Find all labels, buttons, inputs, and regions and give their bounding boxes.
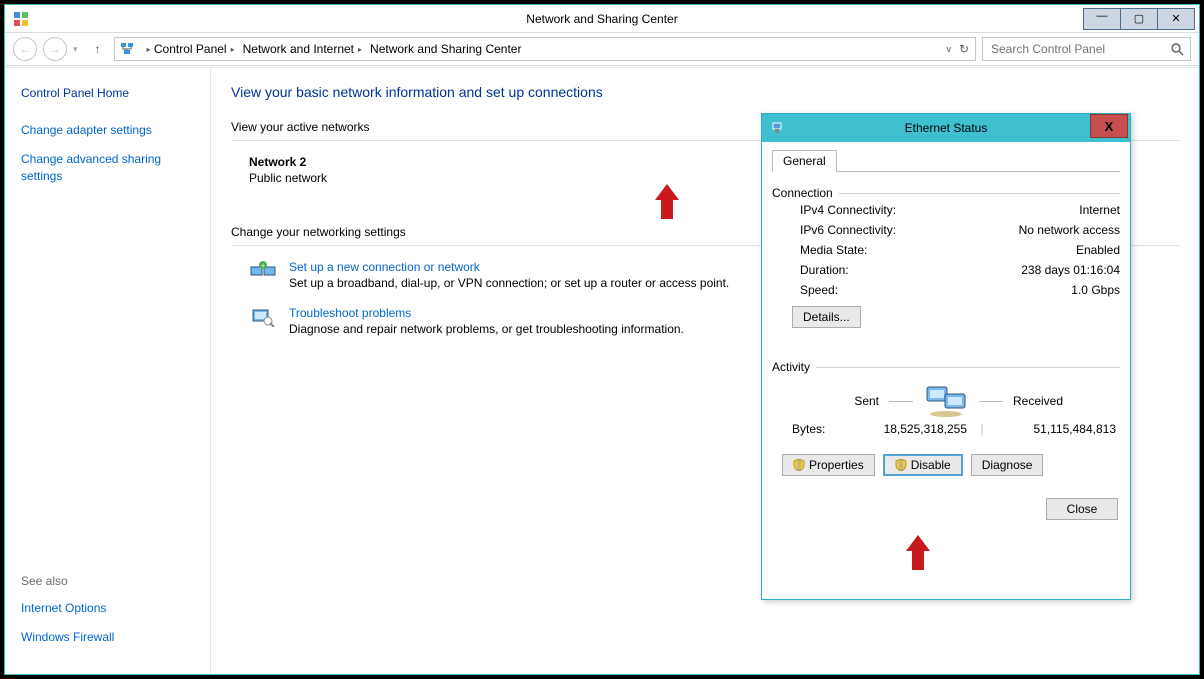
breadcrumb-label: Network and Internet: [243, 42, 354, 56]
network-center-icon: [119, 41, 135, 57]
connection-group-label: Connection: [772, 186, 833, 200]
general-tab[interactable]: General: [772, 150, 837, 172]
forward-button[interactable]: →: [43, 37, 67, 61]
troubleshoot-link[interactable]: Troubleshoot problems: [289, 306, 684, 320]
breadcrumb-control-panel[interactable]: ▸ Control Panel▸: [139, 38, 239, 60]
ipv4-value: Internet: [1079, 203, 1120, 217]
bytes-received-value: 51,115,484,813: [997, 422, 1116, 436]
back-button[interactable]: ←: [13, 37, 37, 61]
breadcrumb[interactable]: ▸ Control Panel▸ Network and Internet▸ N…: [114, 37, 976, 61]
shield-icon: [895, 459, 907, 471]
dialog-titlebar: Ethernet Status X: [762, 114, 1130, 142]
ipv6-label: IPv6 Connectivity:: [800, 223, 896, 237]
details-button[interactable]: Details...: [792, 306, 861, 328]
see-also-heading: See also: [21, 574, 114, 588]
search-input[interactable]: [989, 41, 1170, 57]
ipv6-value: No network access: [1019, 223, 1120, 237]
speed-label: Speed:: [800, 283, 838, 297]
control-panel-home-link[interactable]: Control Panel Home: [21, 86, 194, 100]
change-adapter-settings-link[interactable]: Change adapter settings: [21, 122, 194, 139]
history-dropdown[interactable]: ▾: [73, 44, 78, 55]
sidebar: Control Panel Home Change adapter settin…: [5, 68, 210, 674]
setup-connection-link[interactable]: Set up a new connection or network: [289, 260, 729, 274]
received-label: Received: [1013, 394, 1083, 408]
activity-group-label: Activity: [772, 360, 810, 374]
internet-options-link[interactable]: Internet Options: [21, 600, 114, 617]
close-button[interactable]: Close: [1046, 498, 1118, 520]
activity-graphic: Sent Received: [772, 384, 1120, 418]
minimize-button[interactable]: —: [1084, 9, 1120, 29]
search-icon[interactable]: [1170, 42, 1184, 56]
duration-label: Duration:: [800, 263, 849, 277]
control-panel-icon: [13, 11, 29, 27]
bytes-sent-value: 18,525,318,255: [852, 422, 967, 436]
button-label: Disable: [911, 458, 951, 472]
breadcrumb-dropdown[interactable]: v: [946, 44, 951, 54]
window-titlebar: Network and Sharing Center — ▢ ✕: [5, 5, 1199, 33]
dialog-title: Ethernet Status: [762, 121, 1130, 135]
navigation-bar: ← → ▾ ↑ ▸ Control Panel▸ Network and Int…: [5, 33, 1199, 66]
up-button[interactable]: ↑: [88, 38, 108, 60]
close-window-button[interactable]: ✕: [1157, 9, 1194, 29]
ipv4-label: IPv4 Connectivity:: [800, 203, 896, 217]
button-label: Properties: [809, 458, 864, 472]
window-title: Network and Sharing Center: [5, 12, 1199, 26]
troubleshoot-desc: Diagnose and repair network problems, or…: [289, 322, 684, 336]
setup-connection-desc: Set up a broadband, dial-up, or VPN conn…: [289, 276, 729, 290]
breadcrumb-label: Network and Sharing Center: [370, 42, 521, 56]
change-sharing-settings-link[interactable]: Change advanced sharing settings: [21, 151, 194, 185]
maximize-button[interactable]: ▢: [1120, 9, 1157, 29]
speed-value: 1.0 Gbps: [1071, 283, 1120, 297]
diagnose-button[interactable]: Diagnose: [971, 454, 1044, 476]
breadcrumb-label: Control Panel: [154, 42, 227, 56]
network-type: Public network: [249, 171, 327, 185]
media-state-label: Media State:: [800, 243, 867, 257]
page-heading: View your basic network information and …: [231, 84, 1179, 100]
svg-text:+: +: [261, 263, 265, 270]
bytes-label: Bytes:: [792, 422, 852, 436]
refresh-button[interactable]: ↻: [959, 42, 969, 56]
disable-button[interactable]: Disable: [883, 454, 963, 476]
shield-icon: [793, 459, 805, 471]
breadcrumb-sharing-center[interactable]: Network and Sharing Center: [366, 38, 525, 60]
sent-label: Sent: [809, 394, 879, 408]
duration-value: 238 days 01:16:04: [1021, 263, 1120, 277]
network-name: Network 2: [249, 155, 327, 169]
breadcrumb-network-internet[interactable]: Network and Internet▸: [239, 38, 366, 60]
computers-icon: [923, 384, 969, 418]
setup-connection-icon: +: [249, 260, 277, 282]
ethernet-status-dialog: Ethernet Status X General Connection IPv…: [761, 113, 1131, 600]
search-box[interactable]: [982, 37, 1191, 61]
windows-firewall-link[interactable]: Windows Firewall: [21, 629, 114, 646]
media-state-value: Enabled: [1076, 243, 1120, 257]
properties-button[interactable]: Properties: [782, 454, 875, 476]
troubleshoot-icon: [249, 306, 277, 328]
